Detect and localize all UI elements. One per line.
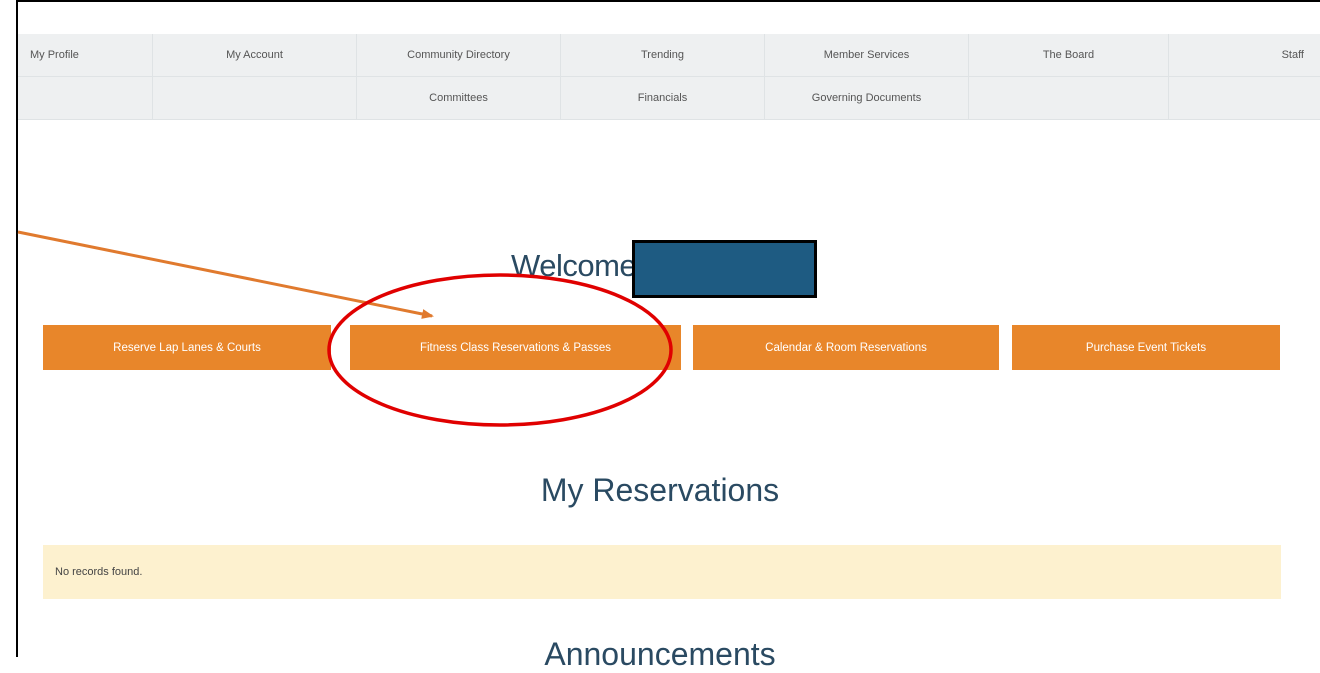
my-reservations-heading: My Reservations <box>540 472 780 508</box>
nav-member-services[interactable]: Member Services <box>765 34 969 76</box>
reserve-lap-lanes-button[interactable]: Reserve Lap Lanes & Courts <box>43 325 331 370</box>
no-records-text: No records found. <box>55 566 143 578</box>
sub-nav-empty-2 <box>153 77 357 119</box>
redacted-username <box>632 240 817 298</box>
no-records-notice: No records found. <box>43 545 1281 599</box>
nav-my-account[interactable]: My Account <box>153 34 357 76</box>
nav-my-profile[interactable]: My Profile <box>18 34 153 76</box>
nav-trending[interactable]: Trending <box>561 34 765 76</box>
nav-committees[interactable]: Committees <box>357 77 561 119</box>
nav-community-directory[interactable]: Community Directory <box>357 34 561 76</box>
nav-financials[interactable]: Financials <box>561 77 765 119</box>
announcements-heading: Announcements <box>544 636 776 672</box>
calendar-room-reservations-button[interactable]: Calendar & Room Reservations <box>693 325 999 370</box>
fitness-class-reservations-button[interactable]: Fitness Class Reservations & Passes <box>350 325 681 370</box>
main-nav-row: My Profile My Account Community Director… <box>18 34 1320 77</box>
sub-nav-empty-6 <box>969 77 1169 119</box>
nav-governing-documents[interactable]: Governing Documents <box>765 77 969 119</box>
nav-the-board[interactable]: The Board <box>969 34 1169 76</box>
nav-staff[interactable]: Staff <box>1169 34 1320 76</box>
frame-top-border <box>16 0 1320 2</box>
welcome-heading: Welcome <box>511 248 637 283</box>
annotation-arrow <box>17 230 434 319</box>
purchase-event-tickets-button[interactable]: Purchase Event Tickets <box>1012 325 1280 370</box>
sub-nav-empty-7 <box>1169 77 1320 119</box>
sub-nav-row: Committees Financials Governing Document… <box>18 77 1320 120</box>
sub-nav-empty-1 <box>18 77 153 119</box>
